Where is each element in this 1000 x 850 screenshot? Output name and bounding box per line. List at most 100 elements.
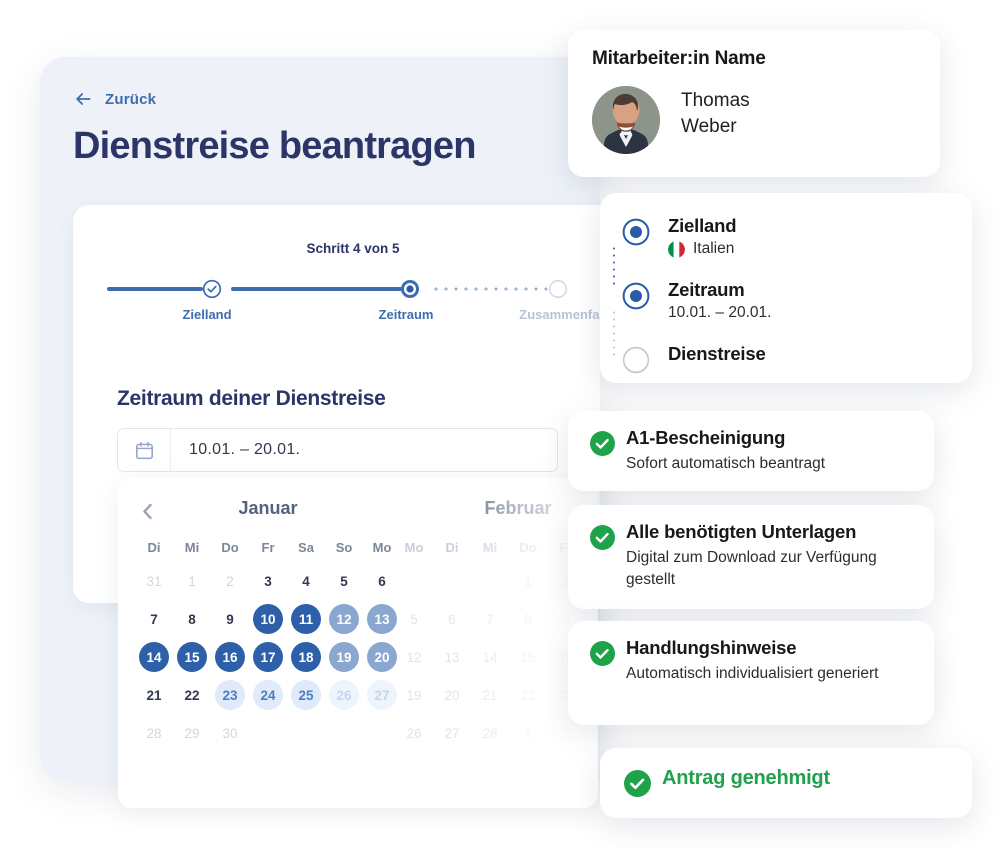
calendar-day-cell[interactable]: 15 [173, 638, 211, 676]
calendar-day-cell[interactable]: 29 [173, 714, 211, 752]
calendar-day-cell[interactable]: 20 [433, 676, 471, 714]
calendar-day-label [437, 566, 467, 596]
employee-first-name: Thomas [681, 90, 750, 111]
calendar-day-cell[interactable]: 27 [433, 714, 471, 752]
screenshot-root: Zurück Dienstreise beantragen Schritt 4 … [0, 0, 1000, 850]
calendar-day-cell[interactable]: 12 [395, 638, 433, 676]
calendar-day-cell[interactable]: 10 [249, 600, 287, 638]
calendar-day-cell[interactable]: 23 [211, 676, 249, 714]
section-title: Zeitraum deiner Dienstreise [117, 387, 386, 410]
approval-card: Antrag genehmigt [600, 748, 972, 818]
feature-subtitle: Automatisch individualisiert generiert [626, 665, 879, 682]
calendar-day-label: 30 [222, 725, 238, 741]
stepper-line-1 [107, 287, 203, 291]
check-circle-svg [590, 525, 615, 550]
stepper-node-zielland[interactable] [202, 279, 222, 299]
calendar-day-cell[interactable]: 28 [135, 714, 173, 752]
calendar-day-cell[interactable]: 8 [173, 600, 211, 638]
calendar-day-label: 15 [177, 642, 207, 672]
calendar-day-cell[interactable]: 30 [211, 714, 249, 752]
calendar-day-label: 21 [482, 687, 498, 703]
calendar-day-label: 20 [444, 687, 460, 703]
calendar-day-cell[interactable]: 25 [287, 676, 325, 714]
avatar [592, 86, 660, 154]
calendar-day-cell[interactable]: 12 [325, 600, 363, 638]
calendar-day-cell[interactable]: 7 [135, 600, 173, 638]
date-range-input[interactable]: 10.01. – 20.01. [117, 428, 558, 472]
calendar-day-label: 4 [302, 573, 310, 589]
calendar-day-cell[interactable]: 4 [287, 562, 325, 600]
calendar-weekday-row: Di Mi Do Fr Sa So Mo [135, 532, 401, 562]
calendar-day-cell[interactable]: 26 [325, 676, 363, 714]
calendar-day-label: 19 [329, 642, 359, 672]
timeline-title-zeitraum: Zeitraum [668, 279, 745, 300]
calendar-day-cell[interactable]: 26 [395, 714, 433, 752]
radio-filled-icon [401, 280, 419, 298]
calendar-day-cell[interactable]: 5 [325, 562, 363, 600]
stepper-node-zeitraum[interactable] [400, 279, 420, 299]
calendar-day-cell[interactable]: 19 [395, 676, 433, 714]
calendar-day-label: 5 [340, 573, 348, 589]
feature-subtitle: Sofort automatisch beantragt [626, 455, 826, 472]
stepper-node-zusammenfassung[interactable] [548, 279, 568, 299]
calendar-day-cell[interactable]: 18 [287, 638, 325, 676]
calendar-day-cell[interactable]: 1 [173, 562, 211, 600]
calendar-day-cell[interactable]: 21 [135, 676, 173, 714]
calendar-day-cell[interactable]: 24 [249, 676, 287, 714]
check-circle-svg [590, 641, 615, 666]
timeline-node-zielland [622, 218, 650, 251]
calendar-weekday: Mi [482, 539, 498, 555]
calendar-day-label: 27 [444, 725, 460, 741]
calendar-day-cell[interactable]: 22 [509, 676, 547, 714]
calendar-day-cell[interactable]: 17 [249, 638, 287, 676]
calendar-day-label [291, 718, 321, 748]
calendar-day-cell[interactable]: 7 [471, 600, 509, 638]
approval-label: Antrag genehmigt [662, 767, 830, 789]
circle-outline-icon [548, 279, 568, 299]
calendar-day-label [329, 718, 359, 748]
calendar-day-label: 14 [139, 642, 169, 672]
calendar-day-label: 22 [184, 687, 200, 703]
calendar-day-label: 18 [291, 642, 321, 672]
calendar-day-cell[interactable]: 11 [287, 600, 325, 638]
calendar-day-cell[interactable]: 8 [509, 600, 547, 638]
calendar-day-cell[interactable]: 15 [509, 638, 547, 676]
calendar-day-label: 13 [367, 604, 397, 634]
calendar-day-label: 28 [482, 725, 498, 741]
calendar-day-label: 1 [188, 573, 196, 589]
check-circle-icon [590, 431, 615, 461]
calendar-day-cell[interactable]: 31 [135, 562, 173, 600]
arrow-left-icon [76, 93, 91, 105]
flag-italy-icon [668, 240, 685, 258]
calendar-day-cell[interactable]: 2 [211, 562, 249, 600]
calendar-day-cell[interactable]: 19 [325, 638, 363, 676]
calendar-day-cell[interactable]: 22 [173, 676, 211, 714]
calendar-day-label: 6 [448, 611, 456, 627]
back-label: Zurück [105, 90, 157, 108]
check-circle-icon [624, 770, 651, 802]
calendar-day-label: 21 [146, 687, 162, 703]
calendar-day-label: 10 [253, 604, 283, 634]
calendar-icon-wrap [118, 429, 171, 471]
calendar-day-cell[interactable]: 16 [211, 638, 249, 676]
calendar-day-label: 29 [184, 725, 200, 741]
calendar-day-label: 7 [150, 611, 158, 627]
calendar-day-cell[interactable]: 21 [471, 676, 509, 714]
calendar-day-label: 17 [253, 642, 283, 672]
back-button[interactable]: Zurück [73, 89, 156, 109]
calendar-weekday: Do [519, 539, 537, 555]
calendar-day-cell[interactable]: 13 [433, 638, 471, 676]
calendar-day-cell[interactable]: 3 [249, 562, 287, 600]
calendar-day-cell[interactable]: 14 [135, 638, 173, 676]
calendar-day-cell[interactable]: 1 [509, 714, 547, 752]
calendar-day-cell[interactable]: 28 [471, 714, 509, 752]
calendar-day-cell[interactable]: 6 [433, 600, 471, 638]
calendar-day-cell[interactable]: 14 [471, 638, 509, 676]
calendar-day-empty [471, 562, 509, 600]
timeline-country-label: Italien [693, 240, 735, 257]
calendar-day-cell[interactable]: 1 [509, 562, 547, 600]
calendar-day-cell[interactable]: 5 [395, 600, 433, 638]
calendar-month-title-1: Januar [238, 498, 298, 518]
calendar-day-cell[interactable]: 9 [211, 600, 249, 638]
calendar-week-row: 31 1 2 3 4 5 6 [135, 562, 401, 600]
